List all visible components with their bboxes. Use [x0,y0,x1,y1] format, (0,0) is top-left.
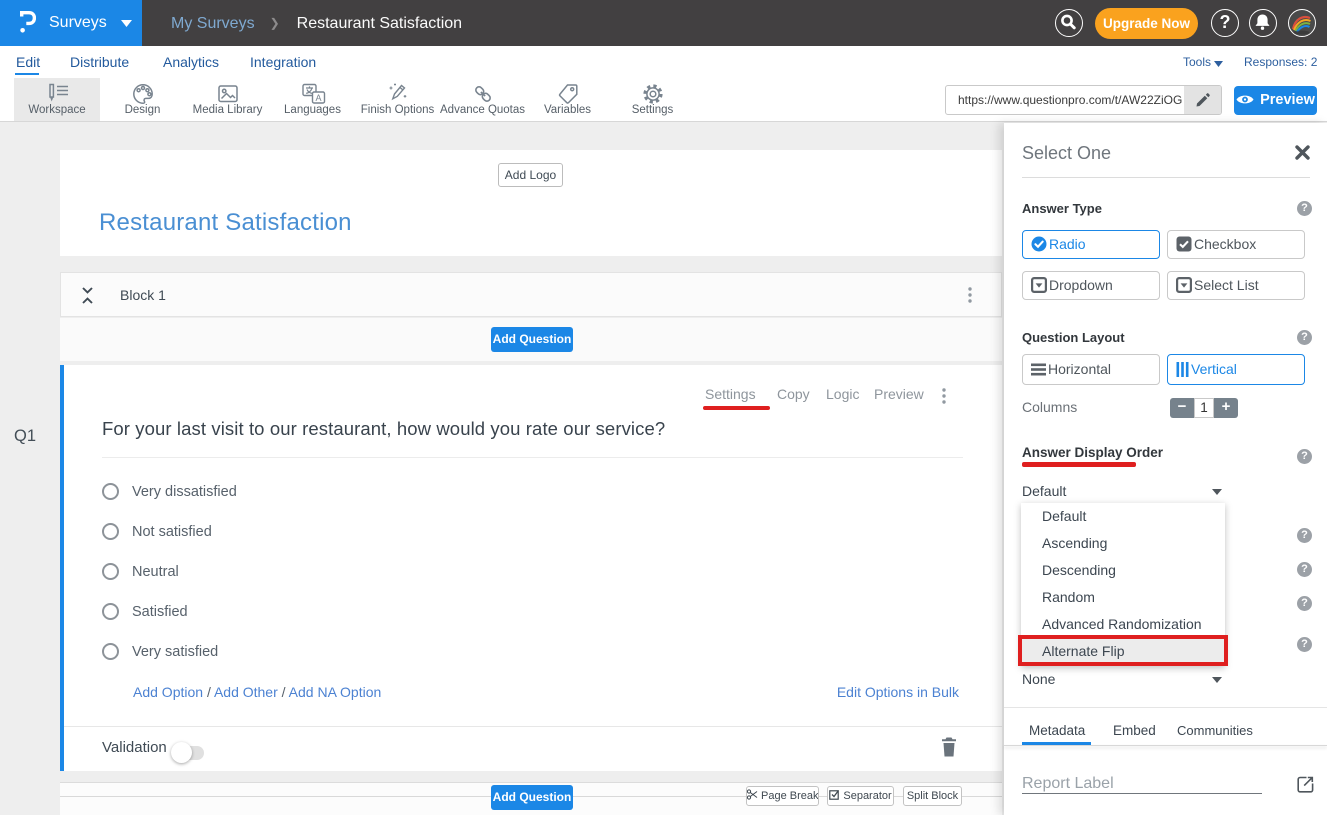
svg-text:A: A [315,93,321,103]
